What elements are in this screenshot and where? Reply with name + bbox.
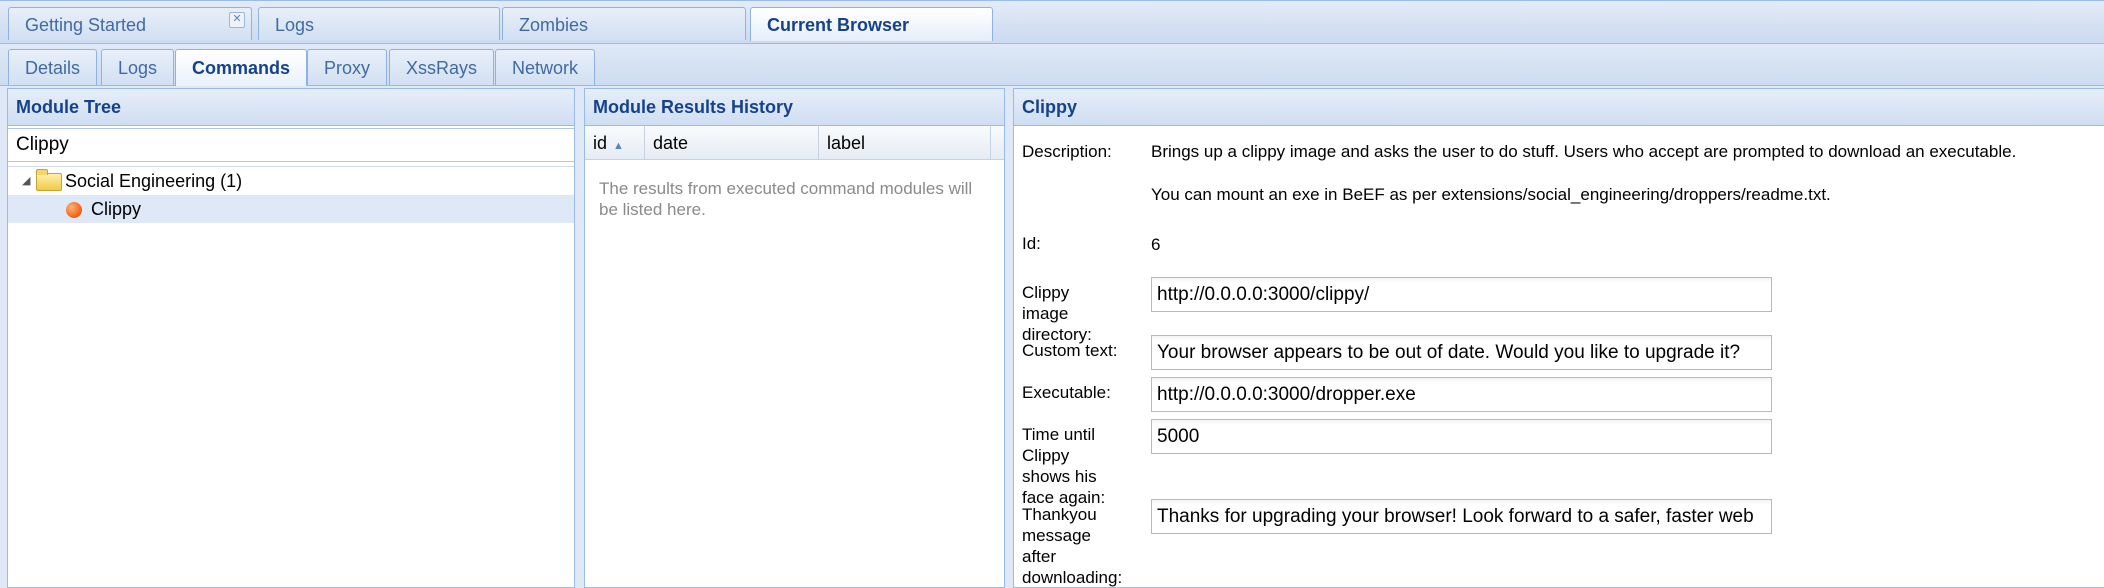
tab-xssrays[interactable]: XssRays	[389, 49, 495, 85]
sort-ascending-icon: ▲	[613, 140, 624, 152]
tab-label: Getting Started	[25, 15, 147, 35]
browser-tab-bar: Details Logs Commands Proxy XssRays Netw…	[0, 44, 2104, 86]
clippy-dir-label: Clippy image directory:	[1022, 283, 1092, 344]
tree-node-clippy[interactable]: Clippy	[8, 195, 574, 223]
folder-icon	[36, 169, 62, 191]
module-status-icon	[66, 202, 82, 218]
panel-title: Clippy	[1014, 89, 2104, 126]
description-note: You can mount an exe in BeEF as per exte…	[1151, 185, 1831, 204]
custom-text-input[interactable]: Your browser appears to be out of date. …	[1151, 335, 1772, 370]
respawn-time-input[interactable]: 5000	[1151, 419, 1772, 454]
tab-commands[interactable]: Commands	[175, 49, 308, 86]
tab-zombies[interactable]: Zombies	[502, 7, 746, 40]
tab-label: Network	[512, 58, 579, 78]
tab-logs[interactable]: Logs	[258, 7, 500, 40]
empty-results-text: The results from executed command module…	[599, 179, 973, 219]
panel-title: Module Results History	[585, 89, 1004, 126]
column-header-id[interactable]: id ▲	[585, 126, 645, 159]
executable-input[interactable]: http://0.0.0.0:3000/dropper.exe	[1151, 377, 1772, 412]
executable-label: Executable:	[1022, 383, 1111, 402]
module-tree-panel: Module Tree Clippy ◢ Social Engineering …	[7, 88, 575, 588]
results-history-panel: Module Results History id ▲ date label Th…	[584, 88, 1005, 588]
custom-text-label: Custom text:	[1022, 341, 1118, 360]
thankyou-message-label: Thankyou message after downloading:	[1022, 505, 1123, 587]
tab-label: Commands	[192, 58, 291, 78]
clippy-dir-input[interactable]: http://0.0.0.0:3000/clippy/	[1151, 277, 1772, 312]
thankyou-message-input[interactable]: Thanks for upgrading your browser! Look …	[1151, 499, 1772, 534]
main-tab-bar: Getting Started ✕ Logs Zombies Current B…	[0, 0, 2104, 44]
column-label: date	[653, 133, 689, 153]
tab-getting-started[interactable]: Getting Started ✕	[8, 7, 252, 40]
tab-details[interactable]: Details	[8, 49, 98, 85]
tab-label: Details	[25, 58, 81, 78]
tab-current-browser[interactable]: Current Browser	[750, 7, 993, 41]
tab-label: Logs	[118, 58, 158, 78]
column-header-date[interactable]: date	[645, 126, 819, 159]
tab-label: Proxy	[324, 58, 371, 78]
column-label: id	[593, 133, 608, 153]
module-config-panel: Clippy Description: Brings up a clippy i…	[1013, 88, 2104, 588]
module-tree: ◢ Social Engineering (1) Clippy	[8, 166, 574, 223]
description-text: Brings up a clippy image and asks the us…	[1151, 142, 2017, 161]
column-label: label	[827, 133, 866, 153]
tree-node-social-engineering[interactable]: ◢ Social Engineering (1)	[8, 167, 574, 195]
module-search-input[interactable]: Clippy	[8, 128, 574, 162]
tab-proxy[interactable]: Proxy	[307, 49, 388, 85]
panel-title: Module Tree	[8, 89, 574, 126]
tree-node-label: Social Engineering (1)	[65, 171, 243, 191]
tab-label: Current Browser	[767, 15, 910, 35]
expand-arrow-icon[interactable]: ◢	[22, 167, 30, 195]
close-icon[interactable]: ✕	[229, 12, 245, 28]
tab-label: Zombies	[519, 15, 589, 35]
column-header-label[interactable]: label	[819, 126, 991, 159]
id-value: 6	[1151, 235, 1161, 254]
tab-network[interactable]: Network	[495, 49, 596, 85]
grid-header: id ▲ date label	[585, 126, 1004, 160]
tree-node-label: Clippy	[91, 199, 142, 219]
id-label: Id:	[1022, 234, 1041, 253]
tab-logs[interactable]: Logs	[101, 49, 175, 85]
tab-label: Logs	[275, 15, 315, 35]
respawn-time-label: Time until Clippy shows his face again:	[1022, 425, 1106, 507]
tab-label: XssRays	[406, 58, 478, 78]
description-label: Description:	[1022, 142, 1112, 161]
